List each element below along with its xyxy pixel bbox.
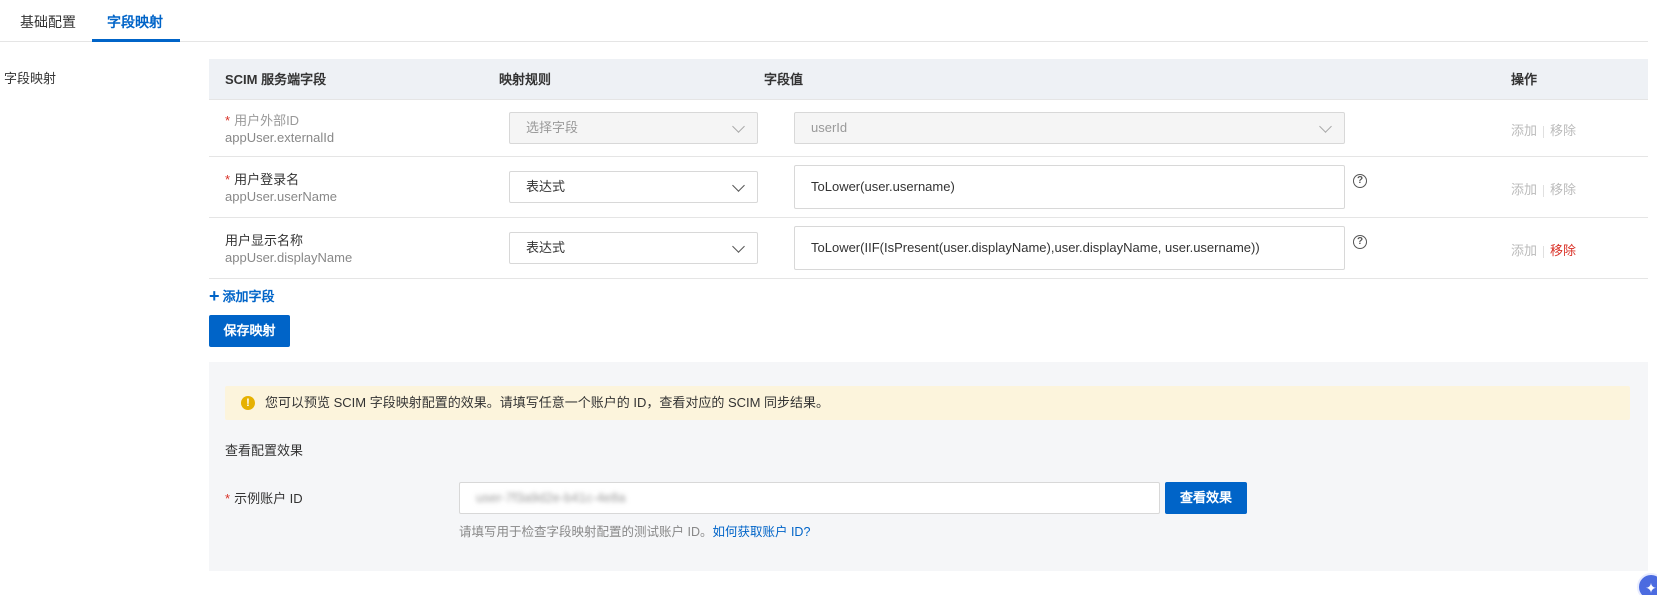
- field-name: * 用户登录名: [225, 169, 299, 188]
- required-mark: *: [225, 113, 231, 128]
- tab-basic-config[interactable]: 基础配置: [20, 0, 76, 42]
- view-result-button[interactable]: 查看效果: [1165, 482, 1247, 514]
- required-mark: *: [225, 491, 231, 506]
- field-name-label: 用户登录名: [234, 172, 300, 187]
- tab-bar: 基础配置 字段映射: [0, 0, 1648, 42]
- section-title: 查看配置效果: [225, 443, 304, 458]
- helper-text: 请填写用于检查字段映射配置的测试账户 ID。如何获取账户 ID?: [459, 521, 810, 540]
- remove-action[interactable]: 移除: [1550, 243, 1576, 258]
- add-action[interactable]: 添加: [1511, 243, 1537, 258]
- add-action[interactable]: 添加: [1511, 182, 1537, 197]
- divider: [1543, 184, 1545, 197]
- help-icon[interactable]: ?: [1353, 174, 1367, 188]
- header-field-value: 字段值: [764, 72, 804, 87]
- account-id-value: user-7f3a9d2e-b41c-4e8a: [476, 490, 626, 505]
- chevron-down-icon: [732, 240, 745, 253]
- how-to-get-account-id-link[interactable]: 如何获取账户 ID?: [712, 525, 810, 539]
- expression-input[interactable]: ToLower(IIF(IsPresent(user.displayName),…: [794, 226, 1345, 270]
- mapping-table: SCIM 服务端字段 映射规则 字段值 操作 * 用户外部ID appUser.e…: [209, 59, 1648, 279]
- table-row: * 用户外部ID appUser.externalId 选择字段 userId 添…: [209, 100, 1648, 157]
- account-id-label-text: 示例账户 ID: [234, 491, 303, 506]
- remove-action[interactable]: 移除: [1550, 123, 1576, 138]
- header-scim-field: SCIM 服务端字段: [225, 72, 327, 87]
- help-icon[interactable]: ?: [1353, 235, 1367, 249]
- field-value: userId: [811, 120, 848, 135]
- mapping-rule-value: 选择字段: [526, 120, 579, 135]
- save-mapping-button[interactable]: 保存映射: [209, 315, 290, 347]
- divider: [1543, 125, 1545, 138]
- table-row: 用户显示名称 appUser.displayName 表达式 ToLower(I…: [209, 218, 1648, 279]
- preview-panel: ! 您可以预览 SCIM 字段映射配置的效果。请填写任意一个账户的 ID，查看对…: [209, 362, 1648, 571]
- tab-field-mapping[interactable]: 字段映射: [107, 0, 163, 42]
- plus-icon: +: [209, 286, 220, 306]
- field-name: * 用户外部ID: [225, 110, 299, 129]
- field-code: appUser.userName: [225, 189, 337, 204]
- active-tab-indicator: [92, 39, 180, 42]
- header-mapping-rule: 映射规则: [499, 72, 552, 87]
- account-id-input[interactable]: user-7f3a9d2e-b41c-4e8a: [459, 482, 1160, 514]
- assistant-icon[interactable]: ✦: [1637, 573, 1657, 595]
- info-alert: ! 您可以预览 SCIM 字段映射配置的效果。请填写任意一个账户的 ID，查看对…: [225, 386, 1630, 420]
- row-actions: 添加 移除: [1511, 179, 1576, 198]
- header-actions: 操作: [1511, 72, 1538, 87]
- required-mark: *: [225, 172, 231, 187]
- mapping-rule-select[interactable]: 选择字段: [509, 112, 758, 144]
- field-code: appUser.displayName: [225, 250, 353, 265]
- field-value-select[interactable]: userId: [794, 112, 1345, 144]
- add-action[interactable]: 添加: [1511, 123, 1537, 138]
- chevron-down-icon: [1319, 120, 1332, 133]
- mapping-rule-select[interactable]: 表达式: [509, 171, 758, 203]
- field-code: appUser.externalId: [225, 130, 335, 145]
- field-name-label: 用户外部ID: [234, 113, 300, 128]
- add-field-label: 添加字段: [222, 289, 275, 304]
- account-id-label: * 示例账户 ID: [225, 488, 303, 507]
- table-header: SCIM 服务端字段 映射规则 字段值 操作: [209, 59, 1648, 100]
- form-section-label: 字段映射: [4, 71, 57, 86]
- field-name: 用户显示名称: [225, 233, 304, 248]
- helper-text-body: 请填写用于检查字段映射配置的测试账户 ID。: [459, 525, 713, 539]
- chevron-down-icon: [732, 120, 745, 133]
- mapping-rule-value: 表达式: [526, 179, 566, 194]
- mapping-rule-value: 表达式: [526, 240, 566, 255]
- remove-action[interactable]: 移除: [1550, 182, 1576, 197]
- row-actions: 添加 移除: [1511, 240, 1576, 259]
- expression-input[interactable]: ToLower(user.username): [794, 165, 1345, 209]
- mapping-rule-select[interactable]: 表达式: [509, 232, 758, 264]
- alert-text: 您可以预览 SCIM 字段映射配置的效果。请填写任意一个账户的 ID，查看对应的…: [265, 395, 830, 410]
- row-actions: 添加 移除: [1511, 120, 1576, 139]
- add-field-button[interactable]: + 添加字段: [209, 286, 275, 307]
- divider: [1543, 245, 1545, 258]
- table-row: * 用户登录名 appUser.userName 表达式 ToLower(user…: [209, 157, 1648, 218]
- warning-icon: !: [241, 396, 255, 410]
- chevron-down-icon: [732, 179, 745, 192]
